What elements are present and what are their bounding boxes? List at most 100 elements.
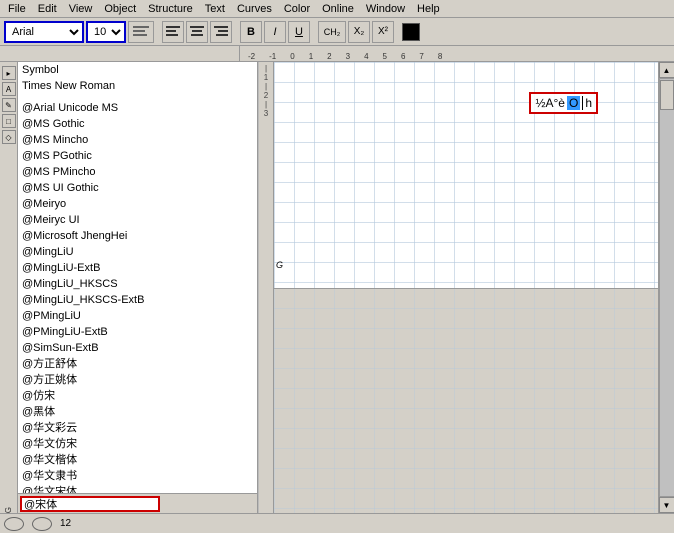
superscript-button[interactable]: X² xyxy=(372,21,394,43)
left-toolbar: ▸ A ✎ □ ◇ G xyxy=(0,62,18,513)
canvas-vscroll: ▲ ▼ xyxy=(658,62,674,513)
align-center-icon xyxy=(190,26,204,38)
align-center-button[interactable] xyxy=(186,21,208,43)
ruler-mark-3: 3 xyxy=(346,52,350,61)
font-item-ms-gothic[interactable]: @MS Gothic xyxy=(18,116,241,132)
textbox-highlighted-text: O xyxy=(567,96,580,110)
font-item-fz-shu[interactable]: @方正舒体 xyxy=(18,356,241,372)
color-swatch[interactable] xyxy=(402,23,420,41)
font-item-ms-pgothic[interactable]: @MS PGothic xyxy=(18,148,241,164)
font-item-mingliu-hkscs-extb[interactable]: @MingLiU_HKSCS-ExtB xyxy=(18,292,241,308)
subscript-button[interactable]: X₂ xyxy=(348,21,370,43)
menu-structure[interactable]: Structure xyxy=(142,2,199,16)
ruler-mark-8: 8 xyxy=(438,52,442,61)
canvas-lower-area xyxy=(274,288,658,514)
scroll-thumb[interactable] xyxy=(660,80,674,110)
canvas-main[interactable]: ½A°èOh G xyxy=(274,62,658,513)
font-select[interactable]: Arial xyxy=(4,21,84,43)
font-item-pmingliu[interactable]: @PMingLiU xyxy=(18,308,241,324)
font-item-ms-mincho[interactable]: @MS Mincho xyxy=(18,132,241,148)
menu-edit[interactable]: Edit xyxy=(32,2,63,16)
vertical-ruler: | 1 | 2 | 3 xyxy=(258,62,274,513)
vruler-2: 2 xyxy=(264,91,268,100)
align-options-button[interactable] xyxy=(128,21,154,43)
canvas-textbox[interactable]: ½A°èOh xyxy=(529,92,598,114)
page-grid-overlay xyxy=(274,62,658,288)
font-item-hua-cai[interactable]: @华文彩云 xyxy=(18,420,241,436)
tool-btn-2[interactable]: A xyxy=(2,82,16,96)
menu-color[interactable]: Color xyxy=(278,2,316,16)
font-item-mingliu[interactable]: @MingLiU xyxy=(18,244,241,260)
font-item-fang-song[interactable]: @仿宋 xyxy=(18,388,241,404)
menu-file[interactable]: File xyxy=(2,2,32,16)
tool-btn-3[interactable]: ✎ xyxy=(2,98,16,112)
align-icon xyxy=(132,25,150,39)
font-item-mingliu-extb[interactable]: @MingLiU-ExtB xyxy=(18,260,241,276)
main-area: ▸ A ✎ □ ◇ G Symbol Times New Roman @Aria… xyxy=(0,62,674,513)
scroll-track[interactable] xyxy=(659,78,674,497)
gothic-indicator: G xyxy=(276,260,283,270)
ruler-corner xyxy=(0,46,240,62)
font-item-meiryc-ui[interactable]: @Meiryc UI xyxy=(18,212,241,228)
font-item-times[interactable]: Times New Roman xyxy=(18,78,241,94)
menu-window[interactable]: Window xyxy=(360,2,411,16)
side-indicator-g: G xyxy=(4,507,13,513)
tool-btn-1[interactable]: ▸ xyxy=(2,66,16,80)
menubar: File Edit View Object Structure Text Cur… xyxy=(0,0,674,18)
font-item-hua-li[interactable]: @华文隶书 xyxy=(18,468,241,484)
ruler-row: -2 -1 0 1 2 3 4 5 6 7 8 xyxy=(0,46,674,62)
vruler-1: 1 xyxy=(264,73,268,82)
menu-online[interactable]: Online xyxy=(316,2,360,16)
font-item-hua-fang[interactable]: @华文仿宋 xyxy=(18,436,241,452)
menu-help[interactable]: Help xyxy=(411,2,446,16)
font-item-meiryo[interactable]: @Meiryo xyxy=(18,196,241,212)
align-right-button[interactable] xyxy=(210,21,232,43)
font-item-microsoft-jheng[interactable]: @Microsoft JhengHei xyxy=(18,228,241,244)
font-item-hua-kai[interactable]: @华文楷体 xyxy=(18,452,241,468)
font-list-panel: Symbol Times New Roman @Arial Unicode MS… xyxy=(18,62,258,493)
menu-curves[interactable]: Curves xyxy=(231,2,278,16)
align-right-icon xyxy=(214,26,228,38)
tool-btn-4[interactable]: □ xyxy=(2,114,16,128)
scroll-up-button[interactable]: ▲ xyxy=(659,62,674,78)
font-item-hei[interactable]: @黑体 xyxy=(18,404,241,420)
font-item-hua-song[interactable]: @华文宋体 xyxy=(18,484,241,493)
italic-button[interactable]: I xyxy=(264,21,286,43)
scroll-down-button[interactable]: ▼ xyxy=(659,497,674,513)
font-item-ms-pmincho[interactable]: @MS PMincho xyxy=(18,164,241,180)
textbox-text-after: h xyxy=(585,96,592,110)
font-item-mingliu-hkscs[interactable]: @MingLiU_HKSCS xyxy=(18,276,241,292)
font-item-simsun-extb[interactable]: @SimSun-ExtB xyxy=(18,340,241,356)
ch2-button[interactable]: CH₂ xyxy=(318,21,346,43)
ruler-mark-neg1: -1 xyxy=(269,52,276,61)
size-select[interactable]: 10 xyxy=(86,21,126,43)
font-item-pmingliu-extb[interactable]: @PMingLiU-ExtB xyxy=(18,324,241,340)
canvas-inner: | 1 | 2 | 3 ½A°èOh G ▲ xyxy=(258,62,674,513)
underline-button[interactable]: U xyxy=(288,21,310,43)
font-item-fz-yao[interactable]: @方正姚体 xyxy=(18,372,241,388)
page-number: 12 xyxy=(60,518,71,529)
menu-view[interactable]: View xyxy=(63,2,99,16)
ruler-mark-7: 7 xyxy=(419,52,423,61)
font-item-ms-ui-gothic[interactable]: @MS UI Gothic xyxy=(18,180,241,196)
tool-btn-5[interactable]: ◇ xyxy=(2,130,16,144)
vruler-3: 3 xyxy=(264,109,268,118)
status-bar: 12 xyxy=(0,513,674,533)
menu-object[interactable]: Object xyxy=(98,2,142,16)
ruler-mark-neg2: -2 xyxy=(248,52,255,61)
page-divider xyxy=(274,288,658,289)
bold-button[interactable]: B xyxy=(240,21,262,43)
font-panel: Symbol Times New Roman @Arial Unicode MS… xyxy=(18,62,258,513)
align-left-button[interactable] xyxy=(162,21,184,43)
vruler-tick-3: | xyxy=(265,100,267,109)
font-list-scroll[interactable]: Symbol Times New Roman @Arial Unicode MS… xyxy=(18,62,241,493)
menu-text[interactable]: Text xyxy=(199,2,231,16)
font-name-input[interactable] xyxy=(20,496,160,512)
ruler-mark-4: 4 xyxy=(364,52,368,61)
font-item-symbol[interactable]: Symbol xyxy=(18,62,241,78)
font-name-row xyxy=(18,493,258,513)
align-left-icon xyxy=(166,26,180,38)
status-oval-2 xyxy=(32,517,52,531)
horizontal-ruler: -2 -1 0 1 2 3 4 5 6 7 8 xyxy=(240,46,674,62)
font-item-arial-unicode[interactable]: @Arial Unicode MS xyxy=(18,100,241,116)
